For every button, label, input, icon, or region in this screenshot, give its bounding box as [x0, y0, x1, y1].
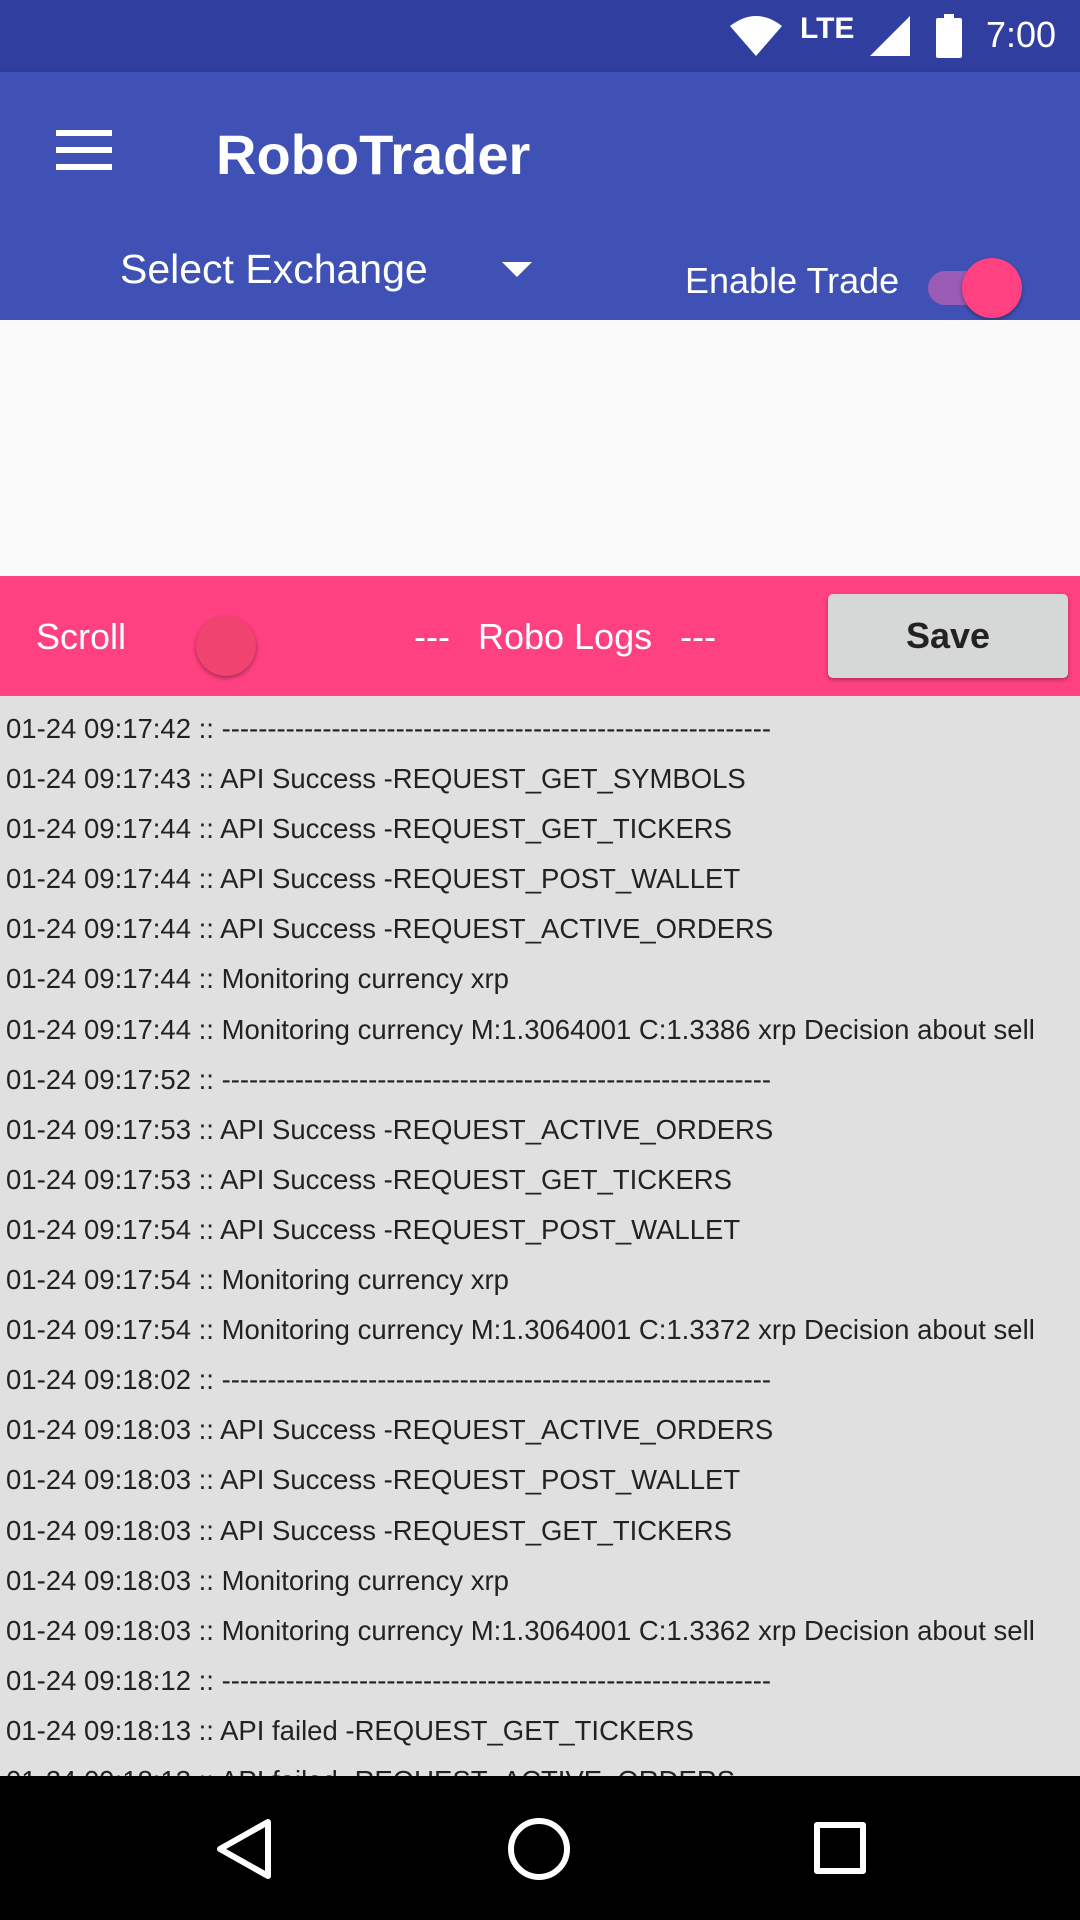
log-header: Scroll --- Robo Logs --- Save [0, 576, 1080, 696]
log-line: 01-24 09:17:54 :: Monitoring currency xr… [6, 1264, 509, 1296]
log-line: 01-24 09:17:53 :: API Success -REQUEST_A… [6, 1113, 774, 1145]
log-line: 01-24 09:18:03 :: Monitoring currency M:… [6, 1614, 1035, 1646]
log-line: 01-24 09:18:13 :: API failed -REQUEST_GE… [6, 1714, 694, 1746]
enable-trade-label: Enable Trade [685, 260, 900, 301]
dropdown-arrow-icon [502, 262, 532, 277]
wifi-icon [730, 16, 782, 56]
log-line: 01-24 09:18:13 :: API failed -REQUEST_AC… [0, 1756, 1080, 1776]
logs-title-dash-left: --- [414, 616, 450, 657]
content-area [0, 320, 1080, 576]
nav-bar [0, 1776, 1080, 1920]
scroll-switch[interactable] [196, 616, 256, 676]
log-line: 01-24 09:18:12 :: ----------------------… [6, 1664, 772, 1696]
app-screen: LTE 7:00 RoboTrader Select Exchange Enab… [0, 0, 1080, 1920]
log-line: 01-24 09:17:52 :: ----------------------… [6, 1063, 772, 1095]
log-line: 01-24 09:18:03 :: API Success -REQUEST_A… [6, 1414, 774, 1446]
exchange-select-value: Select Exchange [120, 246, 428, 292]
recents-icon[interactable] [814, 1822, 866, 1874]
clock: 7:00 [986, 14, 1057, 55]
log-line: 01-24 09:18:03 :: Monitoring currency xr… [6, 1564, 509, 1596]
enable-trade-switch[interactable] [922, 250, 1022, 320]
log-line: 01-24 09:18:03 :: API Success -REQUEST_P… [6, 1464, 741, 1496]
cell-signal-icon [870, 16, 910, 56]
battery-icon [936, 14, 962, 58]
back-icon[interactable] [212, 1816, 276, 1882]
save-button[interactable]: Save [828, 594, 1068, 678]
log-line: 01-24 09:17:44 :: API Success -REQUEST_P… [6, 863, 741, 895]
log-line: 01-24 09:17:54 :: Monitoring currency M:… [6, 1314, 1035, 1346]
log-line: 01-24 09:17:44 :: API Success -REQUEST_G… [6, 813, 732, 845]
log-line: 01-24 09:17:44 :: Monitoring currency M:… [6, 1013, 1035, 1045]
app-bar: RoboTrader Select Exchange Enable Trade [0, 72, 1080, 320]
hamburger-menu-icon[interactable] [36, 112, 132, 188]
exchange-select[interactable]: Select Exchange [100, 234, 550, 308]
log-line: 01-24 09:17:42 :: ----------------------… [6, 713, 772, 744]
scroll-label: Scroll [36, 616, 127, 657]
app-title: RoboTrader [216, 123, 531, 186]
log-line: 01-24 09:17:53 :: API Success -REQUEST_G… [6, 1163, 732, 1195]
status-bar: LTE 7:00 [0, 0, 1080, 72]
log-line: 01-24 09:17:43 :: API Success -REQUEST_G… [6, 763, 746, 795]
switch-thumb [962, 258, 1022, 318]
log-line: 01-24 09:17:44 :: API Success -REQUEST_A… [6, 913, 774, 945]
logs-title-dash-right: --- [680, 616, 717, 657]
log-list[interactable]: 01-24 09:17:42 :: ----------------------… [0, 696, 1080, 1776]
log-line: 01-24 09:17:44 :: Monitoring currency xr… [6, 963, 509, 995]
log-line: 01-24 09:18:03 :: API Success -REQUEST_G… [6, 1514, 732, 1546]
home-icon[interactable] [508, 1818, 570, 1880]
log-line: 01-24 09:18:02 :: ----------------------… [6, 1364, 772, 1396]
network-type: LTE [800, 12, 855, 45]
log-line: 01-24 09:17:54 :: API Success -REQUEST_P… [6, 1213, 741, 1245]
logs-title: --- Robo Logs --- [400, 616, 730, 658]
logs-title-text: Robo Logs [477, 616, 653, 657]
